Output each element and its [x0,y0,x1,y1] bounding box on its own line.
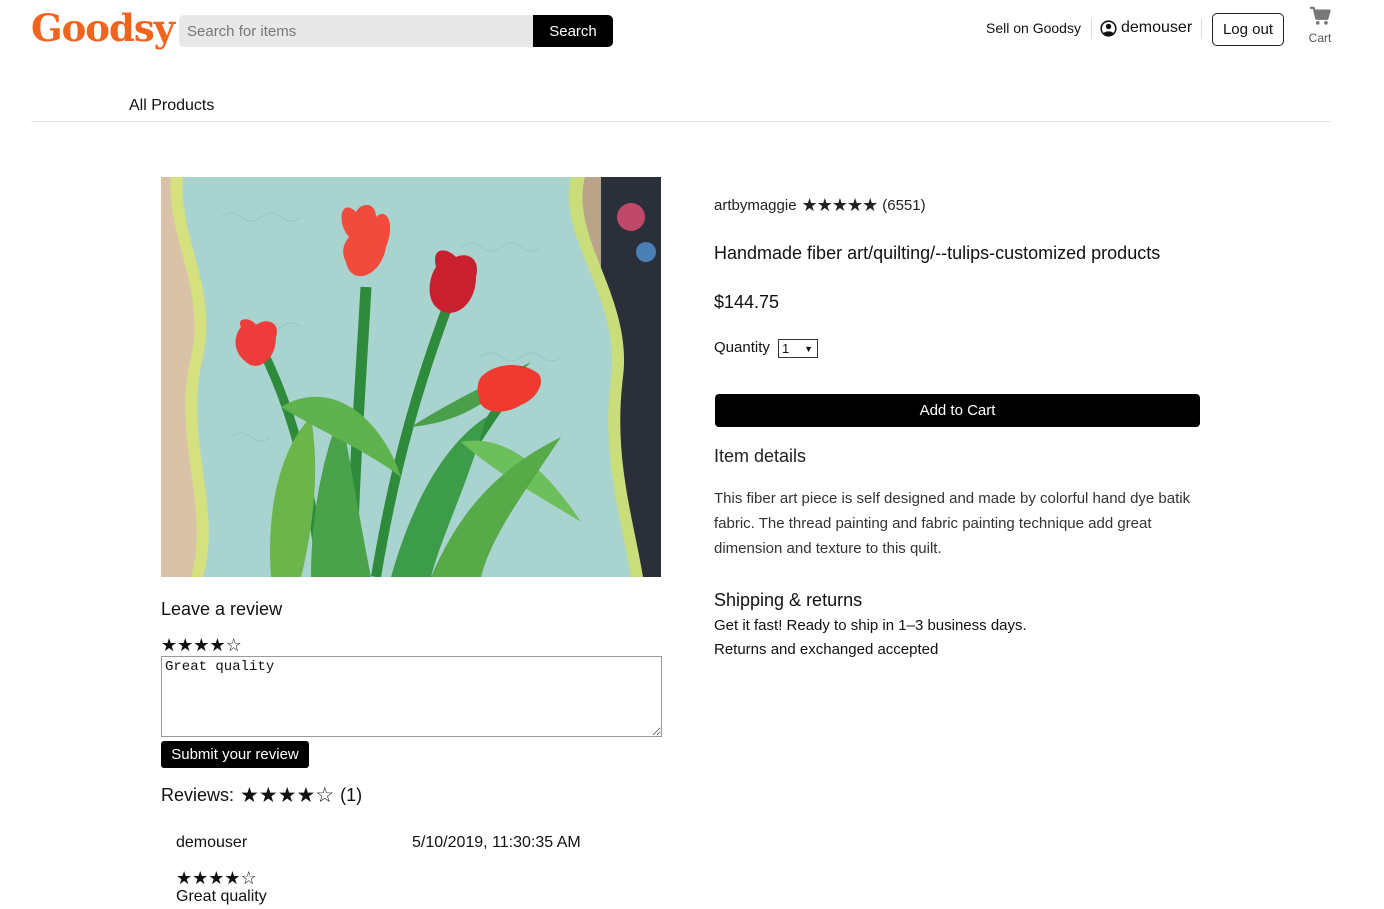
review-text: Great quality [176,888,267,905]
shop-name-link[interactable]: artbymaggie [714,197,797,214]
returns-info: Returns and exchanged accepted [714,641,939,658]
product-price: $144.75 [714,292,780,312]
star-icon: ★ [816,195,833,215]
item-details-text: This fiber art piece is self designed an… [714,490,1191,557]
star-icon: ★ [240,784,259,807]
header-divider [31,121,1331,122]
nav-all-products[interactable]: All Products [129,97,214,115]
search-button[interactable]: Search [533,15,613,47]
rating-input[interactable]: ★ ★ ★ ★ ☆ [161,636,242,654]
leave-review-heading: Leave a review [161,599,283,619]
sell-on-goodsy-link[interactable]: Sell on Goodsy [986,20,1081,36]
quantity-label: Quantity [714,339,770,356]
product-image [161,177,661,577]
review-date: 5/10/2019, 11:30:35 AM [412,834,581,851]
star-icon: ★ [862,195,878,215]
cart-label: Cart [1308,31,1332,45]
username-label: demouser [1121,19,1193,36]
shop-info: artbymaggie ★ ★ ★ ★ ★ (6551) [714,196,926,214]
review-textarea[interactable] [161,656,662,737]
quantity-select[interactable]: 1 ▼ [778,339,818,358]
star-icon: ★ [846,195,863,215]
submit-review-button[interactable]: Submit your review [161,741,309,768]
star-icon[interactable]: ★ [177,636,193,654]
item-details-heading: Item details [714,446,807,466]
star-icon[interactable]: ★ [209,636,225,654]
shop-rating-stars: ★ ★ ★ ★ ★ [801,195,879,215]
star-icon: ★ [208,868,225,888]
star-icon: ★ [192,868,209,888]
star-icon: ★ [258,784,278,807]
quantity-value: 1 [782,341,790,356]
star-icon[interactable]: ★ [193,636,209,654]
cart-button[interactable]: Cart [1305,6,1335,45]
review-count: (1) [340,785,363,805]
review-rating-stars: ★ ★ ★ ★ ☆ [176,869,257,887]
review-author: demouser [176,834,248,851]
add-to-cart-button[interactable]: Add to Cart [715,394,1200,427]
nav-divider [1091,19,1092,39]
user-circle-icon [1100,19,1117,37]
star-icon[interactable]: ★ [161,636,177,654]
reviews-summary: Reviews: ★ ★ ★ ★ ☆ (1) [161,785,362,806]
shopping-cart-icon [1309,6,1331,30]
star-icon: ☆ [315,784,335,807]
star-icon: ★ [801,195,818,215]
star-icon: ★ [296,784,316,807]
product-title: Handmade fiber art/quilting/--tulips-cus… [714,243,1161,263]
star-icon: ★ [176,868,193,888]
reviews-label: Reviews: [161,785,235,805]
nav-divider [1201,19,1202,39]
caret-down-icon: ▼ [804,343,813,354]
user-menu[interactable]: demouser [1100,19,1192,37]
star-icon: ★ [831,195,848,215]
shipping-heading: Shipping & returns [714,590,863,610]
star-icon: ★ [277,784,297,807]
star-icon: ☆ [240,868,257,888]
shipping-info: Get it fast! Ready to ship in 1–3 busine… [714,617,1027,634]
star-icon: ★ [224,868,241,888]
star-icon[interactable]: ☆ [226,636,242,654]
goodsy-logo[interactable]: Goodsy [31,6,175,50]
shop-rating-count: (6551) [882,196,926,214]
average-rating-stars: ★ ★ ★ ★ ☆ [240,785,334,806]
search-input[interactable] [179,15,535,47]
logout-button[interactable]: Log out [1212,13,1284,46]
